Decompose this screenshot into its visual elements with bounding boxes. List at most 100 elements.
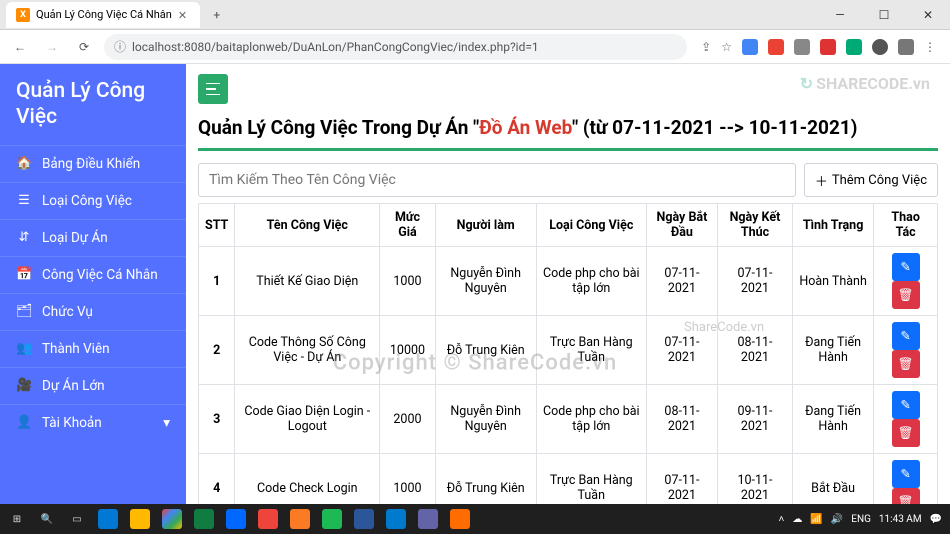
cell-nguoi: Đỗ Trung Kiên bbox=[435, 454, 536, 505]
sidebar-item-7[interactable]: 👤Tài Khoản▾ bbox=[0, 404, 186, 441]
table-header: STT bbox=[199, 204, 235, 247]
sidebar-item-3[interactable]: 📅Công Việc Cá Nhân bbox=[0, 256, 186, 293]
tab-favicon: X bbox=[16, 8, 30, 22]
extension-icons: ⇪ ☆ ⋮ bbox=[695, 39, 942, 55]
cell-ten: Code Giao Diện Login - Logout bbox=[235, 385, 380, 454]
sidebar-item-icon: 👥 bbox=[16, 341, 32, 356]
table-row: 1 Thiết Kế Giao Diện 1000 Nguyễn Đình Ng… bbox=[199, 247, 938, 316]
cell-bd: 08-11-2021 bbox=[646, 385, 717, 454]
forward-button: → bbox=[40, 35, 64, 59]
tb-app-excel[interactable] bbox=[190, 505, 218, 533]
ext-icon-6[interactable] bbox=[872, 39, 888, 55]
sidebar-item-4[interactable]: 🗂Chức Vụ bbox=[0, 293, 186, 330]
title-underline bbox=[198, 148, 938, 151]
ext-icon-2[interactable] bbox=[768, 39, 784, 55]
sidebar-item-icon: 📅 bbox=[16, 267, 32, 282]
tb-app-vscode[interactable] bbox=[382, 505, 410, 533]
ext-icon-5[interactable] bbox=[846, 39, 862, 55]
cell-tt: Hoàn Thành bbox=[792, 247, 873, 316]
tb-app-xampp[interactable] bbox=[286, 505, 314, 533]
tray-notifications-icon[interactable]: 💬 bbox=[930, 514, 942, 525]
url-input[interactable]: ⓘ localhost:8080/baitaplonweb/DuAnLon/Ph… bbox=[104, 34, 687, 60]
tb-app-spotify[interactable] bbox=[318, 505, 346, 533]
task-table: STTTên Công ViệcMức GiáNgười làmLoại Côn… bbox=[198, 203, 938, 504]
cell-bd: 07-11-2021 bbox=[646, 247, 717, 316]
star-icon[interactable]: ☆ bbox=[721, 40, 732, 54]
toggle-sidebar-button[interactable] bbox=[198, 74, 228, 104]
edit-button[interactable]: ✎ bbox=[892, 253, 920, 281]
table-header: Thao Tác bbox=[874, 204, 938, 247]
cell-nguoi: Đỗ Trung Kiên bbox=[435, 316, 536, 385]
cell-actions: ✎ 🗑 bbox=[874, 385, 938, 454]
start-button[interactable]: ⊞ bbox=[4, 506, 30, 532]
search-input[interactable] bbox=[198, 163, 796, 197]
tray-lang[interactable]: ENG bbox=[851, 514, 871, 525]
cell-gia: 1000 bbox=[380, 454, 435, 505]
app-brand: Quản Lý Công Việc bbox=[0, 64, 186, 145]
delete-button[interactable]: 🗑 bbox=[892, 350, 920, 378]
sidebar-item-0[interactable]: 🏠Bảng Điều Khiển bbox=[0, 145, 186, 182]
cell-kt: 09-11-2021 bbox=[718, 385, 793, 454]
delete-button[interactable]: 🗑 bbox=[892, 419, 920, 447]
delete-button[interactable]: 🗑 bbox=[892, 488, 920, 504]
add-task-button[interactable]: ＋ Thêm Công Việc bbox=[804, 163, 938, 197]
ext-icon-3[interactable] bbox=[794, 39, 810, 55]
edit-button[interactable]: ✎ bbox=[892, 460, 920, 488]
edit-button[interactable]: ✎ bbox=[892, 322, 920, 350]
cell-nguoi: Nguyễn Đình Nguyên bbox=[435, 385, 536, 454]
tray-volume-icon[interactable]: 🔊 bbox=[831, 514, 843, 525]
browser-addressbar: ← → ⟳ ⓘ localhost:8080/baitaplonweb/DuAn… bbox=[0, 30, 950, 64]
tb-app-edge[interactable] bbox=[94, 505, 122, 533]
tray-onedrive-icon[interactable]: ☁ bbox=[792, 514, 802, 525]
reload-button[interactable]: ⟳ bbox=[72, 35, 96, 59]
tab-title: Quản Lý Công Việc Cá Nhân bbox=[36, 8, 172, 21]
sidebar-item-icon: 👤 bbox=[16, 415, 32, 430]
tb-app-word[interactable] bbox=[350, 505, 378, 533]
cell-loai: Code php cho bài tập lớn bbox=[536, 385, 646, 454]
menu-icon[interactable]: ⋮ bbox=[924, 40, 936, 54]
cell-ten: Code Check Login bbox=[235, 454, 380, 505]
ext-icon-7[interactable] bbox=[898, 39, 914, 55]
sidebar-item-icon: 🎥 bbox=[16, 378, 32, 393]
tb-app-anydesk[interactable] bbox=[254, 505, 282, 533]
sidebar-item-label: Tài Khoản bbox=[42, 415, 102, 431]
cell-actions: ✎ 🗑 bbox=[874, 316, 938, 385]
window-maximize[interactable]: ☐ bbox=[862, 0, 906, 30]
table-row: 4 Code Check Login 1000 Đỗ Trung Kiên Tr… bbox=[199, 454, 938, 505]
edit-button[interactable]: ✎ bbox=[892, 391, 920, 419]
sidebar-item-label: Dự Án Lớn bbox=[42, 378, 105, 394]
back-button[interactable]: ← bbox=[8, 35, 32, 59]
cell-ten: Code Thông Số Công Việc - Dự Án bbox=[235, 316, 380, 385]
search-icon[interactable]: 🔍 bbox=[34, 506, 60, 532]
table-header: Ngày Kết Thúc bbox=[718, 204, 793, 247]
info-icon: ⓘ bbox=[114, 38, 126, 55]
tray-chevron-icon[interactable]: ˄ bbox=[779, 514, 785, 525]
tray-time[interactable]: 11:43 AM bbox=[879, 514, 922, 525]
close-icon[interactable]: ✕ bbox=[178, 9, 190, 21]
ext-icon-1[interactable] bbox=[742, 39, 758, 55]
tray-wifi-icon[interactable]: 📶 bbox=[810, 514, 822, 525]
window-close[interactable]: ✕ bbox=[906, 0, 950, 30]
sidebar-item-icon: 🏠 bbox=[16, 156, 32, 171]
ext-icon-4[interactable] bbox=[820, 39, 836, 55]
sidebar-item-6[interactable]: 🎥 Dự Án Lớn bbox=[0, 367, 186, 404]
window-minimize[interactable]: — bbox=[818, 0, 862, 30]
cell-ten: Thiết Kế Giao Diện bbox=[235, 247, 380, 316]
share-icon[interactable]: ⇪ bbox=[701, 40, 711, 54]
new-tab-button[interactable]: + bbox=[206, 4, 228, 26]
tb-app-foxit[interactable] bbox=[446, 505, 474, 533]
tb-app-explorer[interactable] bbox=[126, 505, 154, 533]
sidebar-item-2[interactable]: ⇵Loại Dự Án bbox=[0, 219, 186, 256]
delete-button[interactable]: 🗑 bbox=[892, 281, 920, 309]
sidebar-item-5[interactable]: 👥Thành Viên bbox=[0, 330, 186, 367]
cell-gia: 10000 bbox=[380, 316, 435, 385]
tb-app-chrome[interactable] bbox=[158, 505, 186, 533]
table-header: Loại Công Việc bbox=[536, 204, 646, 247]
task-view-icon[interactable]: ▭ bbox=[64, 506, 90, 532]
tb-app-zalo[interactable] bbox=[222, 505, 250, 533]
cell-tt: Đang Tiến Hành bbox=[792, 385, 873, 454]
cell-kt: 07-11-2021 bbox=[718, 247, 793, 316]
sidebar-item-1[interactable]: ☰Loại Công Việc bbox=[0, 182, 186, 219]
tb-app-teams[interactable] bbox=[414, 505, 442, 533]
browser-tab[interactable]: X Quản Lý Công Việc Cá Nhân ✕ bbox=[6, 2, 200, 28]
